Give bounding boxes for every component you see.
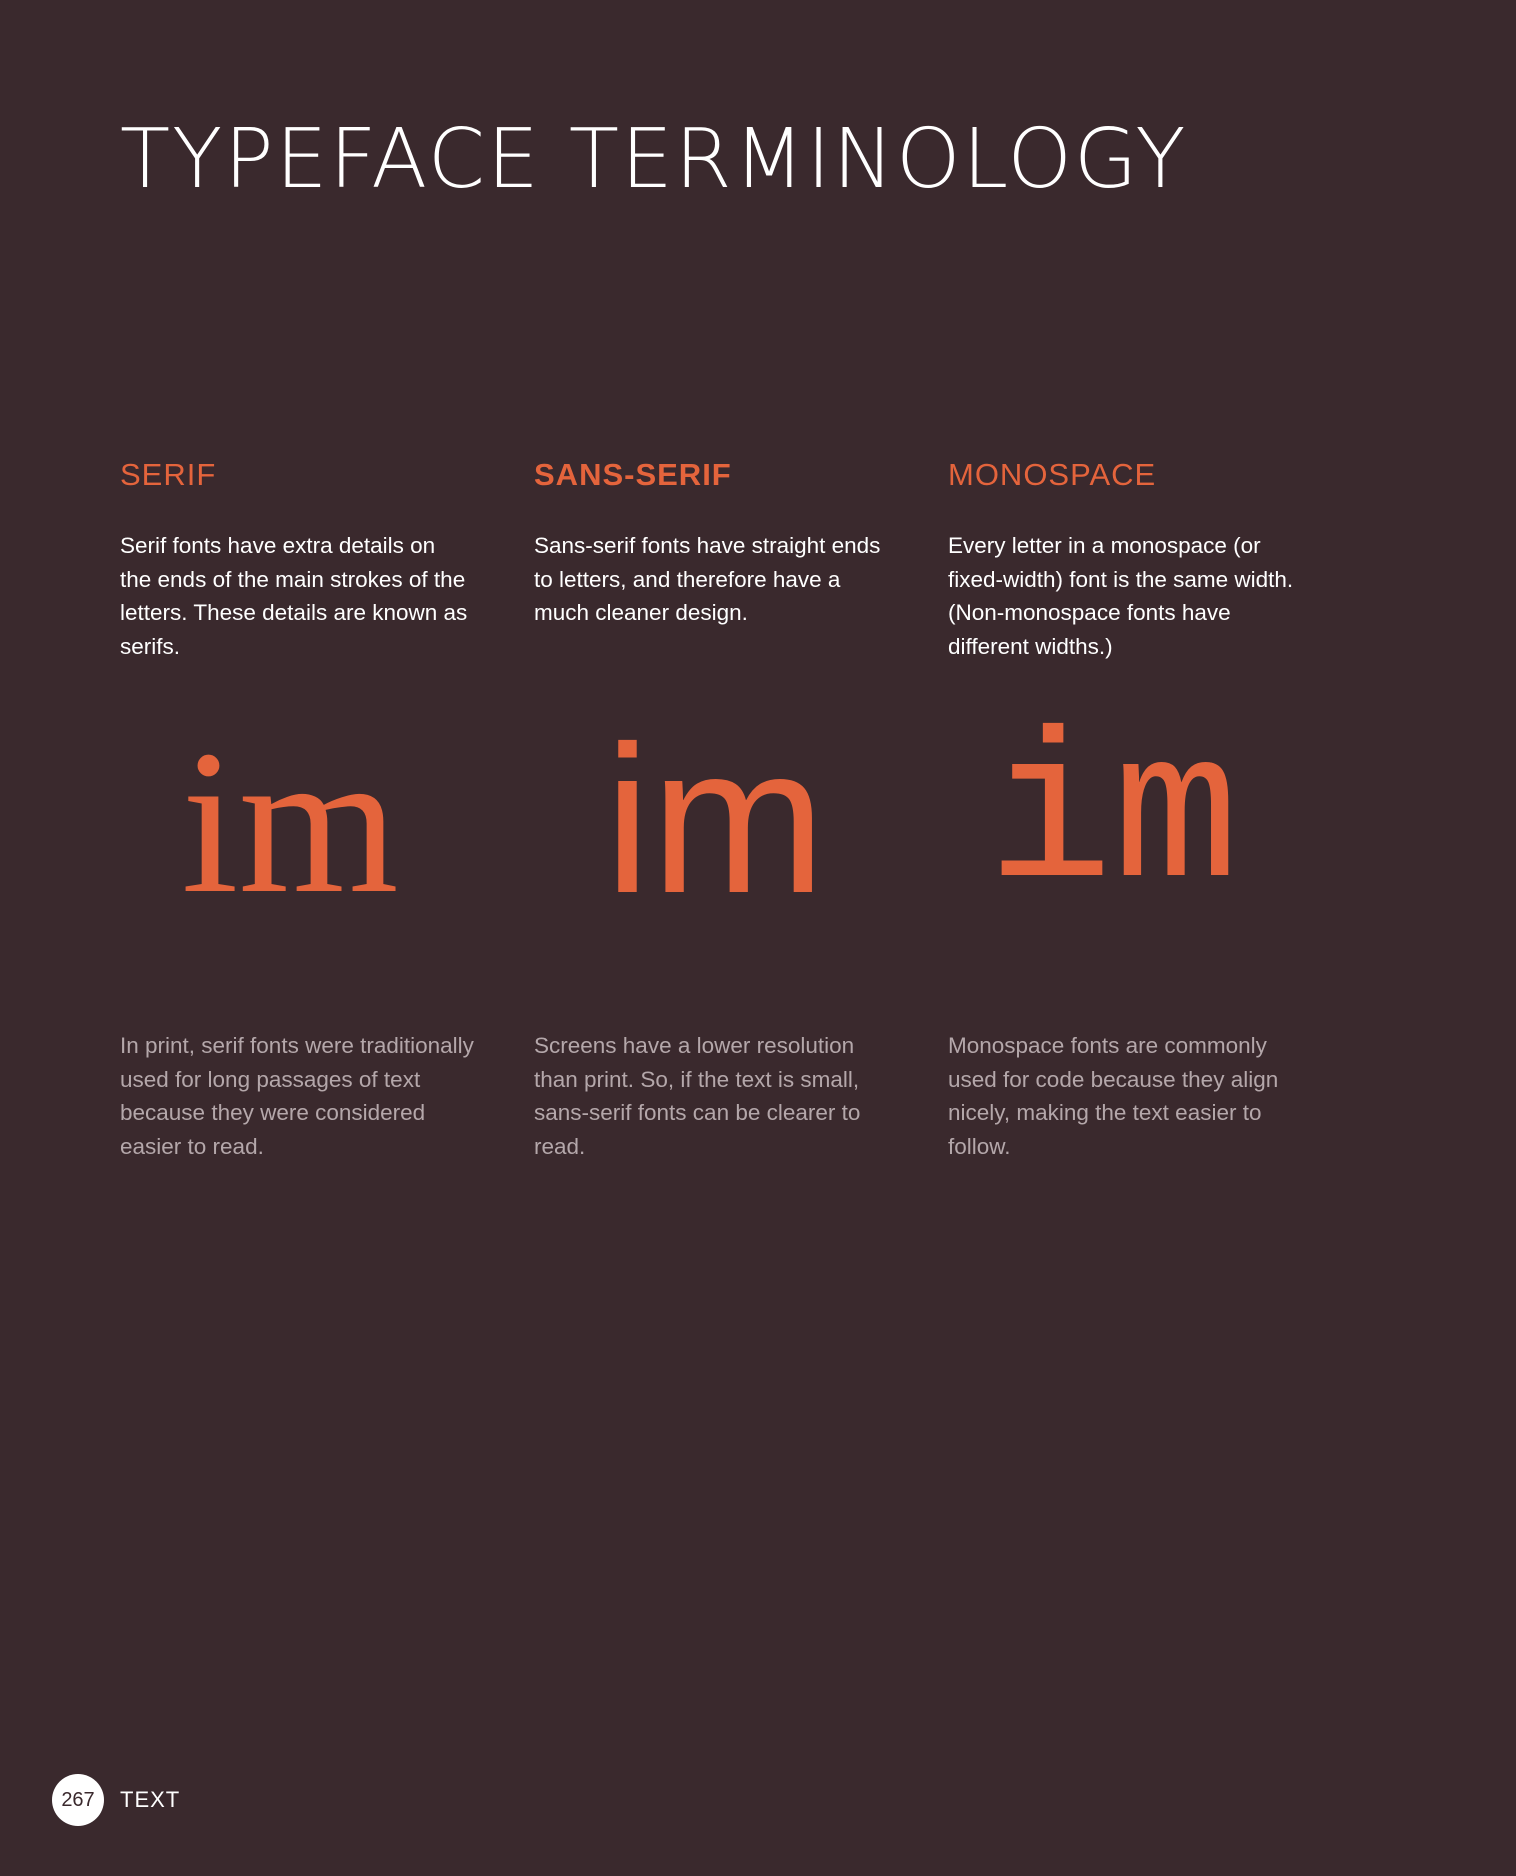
sans-serif-note: Screens have a lower resolution than pri… <box>534 1033 861 1159</box>
serif-heading: SERIF <box>120 457 217 492</box>
monospace-column: MONOSPACE Every letter in a monospace (o… <box>948 455 1298 665</box>
monospace-sample-glyphs: im <box>986 701 1240 939</box>
sans-serif-description: Sans-serif fonts have straight ends to l… <box>534 533 881 625</box>
sans-serif-column: SANS-SERIF Sans-serif fonts have straigh… <box>534 455 884 665</box>
page-footer: 267 TEXT <box>52 1774 180 1826</box>
serif-sample-glyphs: im <box>181 707 399 936</box>
monospace-heading: MONOSPACE <box>948 457 1157 492</box>
serif-column: SERIF Serif fonts have extra details on … <box>120 455 470 665</box>
sans-serif-sample-glyphs: im <box>604 702 826 937</box>
section-label: TEXT <box>120 1787 181 1812</box>
page-number-badge: 267 <box>52 1774 104 1826</box>
sans-serif-heading: SANS-SERIF <box>534 457 732 492</box>
page-title: TYPEFACE TERMINOLOGY <box>120 112 1188 207</box>
serif-note: In print, serif fonts were traditionally… <box>120 1033 474 1159</box>
serif-description: Serif fonts have extra details on the en… <box>120 533 468 659</box>
monospace-description: Every letter in a monospace (or fixed-wi… <box>948 533 1294 659</box>
monospace-note: Monospace fonts are commonly used for co… <box>948 1033 1279 1159</box>
